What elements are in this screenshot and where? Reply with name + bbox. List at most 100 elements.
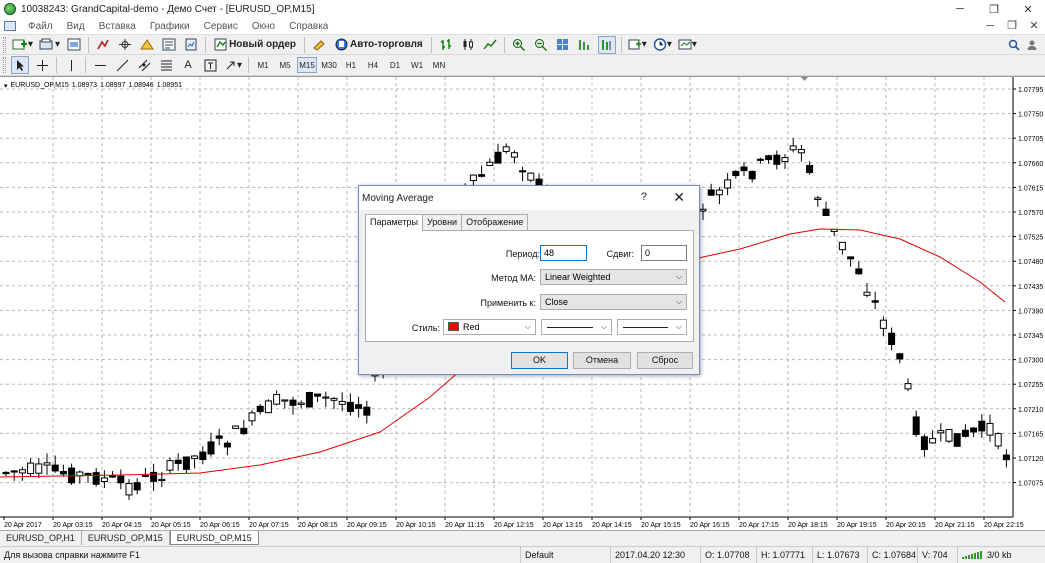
color-swatch [448, 322, 459, 331]
timeframe-w1[interactable]: W1 [407, 57, 427, 73]
text-icon[interactable]: A [179, 56, 197, 74]
candle-body [822, 208, 830, 216]
candle-body [838, 241, 846, 251]
line-width-select[interactable]: ⌵ [617, 319, 687, 335]
trendline-icon[interactable] [113, 56, 131, 74]
bar-chart-icon[interactable] [437, 36, 455, 54]
search-icon[interactable] [1005, 36, 1023, 54]
reset-button[interactable]: Сброс [637, 352, 693, 369]
menu-insert[interactable]: Вставка [93, 21, 144, 32]
candle-body [330, 397, 338, 401]
terminal-icon[interactable] [160, 36, 178, 54]
restore-icon[interactable]: ❐ [977, 0, 1011, 18]
candle-body [314, 393, 322, 397]
zoom-in-icon[interactable] [510, 36, 528, 54]
method-select[interactable]: Linear Weighted ⌵ [540, 269, 687, 285]
mdi-restore-icon[interactable]: ❐ [1001, 18, 1023, 35]
chart-tab[interactable]: EURUSD_OP,M15 [82, 531, 170, 545]
cancel-button[interactable]: Отмена [573, 352, 631, 369]
profiles-icon[interactable]: ▾ [38, 36, 61, 54]
candlestick-icon[interactable] [459, 36, 477, 54]
metaeditor-icon[interactable] [310, 36, 328, 54]
fibonacci-icon[interactable] [157, 56, 175, 74]
timeframe-m30[interactable]: M30 [319, 57, 339, 73]
auto-scroll-icon[interactable] [576, 36, 594, 54]
chart-tab-active[interactable]: EURUSD_OP,M15 [169, 531, 259, 545]
document-icon[interactable] [4, 21, 16, 31]
status-traffic-value: 3/0 kb [987, 550, 1012, 560]
menu-view[interactable]: Вид [61, 21, 93, 32]
periods-icon[interactable]: ▾ [652, 36, 673, 54]
data-window-icon[interactable] [116, 36, 134, 54]
line-style-select[interactable]: ⌵ [541, 319, 612, 335]
style-color-select[interactable]: Red ⌵ [443, 319, 536, 335]
market-watch-icon[interactable] [94, 36, 112, 54]
menu-window[interactable]: Окно [246, 21, 283, 32]
menu-file[interactable]: Файл [22, 21, 61, 32]
period-input[interactable]: 48 [540, 245, 587, 261]
timeframe-m5[interactable]: M5 [275, 57, 295, 73]
timeframe-d1[interactable]: D1 [385, 57, 405, 73]
price-label: 1.07615 [1018, 185, 1043, 192]
menu-help[interactable]: Справка [283, 21, 336, 32]
community-icon[interactable] [1023, 36, 1041, 54]
zoom-out-icon[interactable] [532, 36, 550, 54]
equidistant-channel-icon[interactable] [135, 56, 153, 74]
dialog-title: Moving Average [362, 192, 434, 204]
timeframe-m15[interactable]: M15 [297, 57, 318, 73]
timeframe-m1[interactable]: M1 [253, 57, 273, 73]
text-label-icon[interactable] [201, 56, 219, 74]
tile-windows-icon[interactable] [554, 36, 572, 54]
apply-select[interactable]: Close ⌵ [540, 294, 687, 310]
chart-shift-icon[interactable] [597, 35, 616, 54]
auto-trading-button[interactable]: Авто-торговля [332, 36, 426, 54]
close-icon[interactable]: ✕ [673, 189, 685, 206]
status-bar: Для вызова справки нажмите F1 Default 20… [0, 546, 1045, 563]
tab-visualization[interactable]: Отображение [461, 214, 529, 230]
toolbar-grip[interactable] [3, 36, 6, 53]
candle-body [748, 170, 756, 180]
cursor-icon[interactable] [11, 56, 29, 74]
chart-tab[interactable]: EURUSD_OP,H1 [0, 531, 82, 545]
menu-charts[interactable]: Графики [144, 21, 198, 32]
shift-input[interactable]: 0 [641, 245, 687, 261]
templates-icon[interactable]: ▾ [677, 36, 698, 54]
new-chart-icon[interactable]: ▾ [11, 36, 34, 54]
price-label: 1.07480 [1018, 259, 1043, 266]
mdi-minimize-icon[interactable]: ─ [979, 18, 1001, 35]
candle-body [929, 438, 937, 444]
tab-levels[interactable]: Уровни [421, 214, 463, 230]
vertical-line-icon[interactable] [62, 56, 80, 74]
strategy-tester-icon[interactable] [182, 36, 200, 54]
chart-symbol: EURUSD_OP,M15 [10, 82, 69, 89]
help-icon[interactable]: ? [641, 191, 647, 203]
timeframe-h1[interactable]: H1 [341, 57, 361, 73]
candle-body [896, 353, 904, 360]
arrows-icon[interactable]: ▾ [223, 56, 243, 74]
candle-body [863, 291, 871, 296]
menu-tools[interactable]: Сервис [198, 21, 246, 32]
toolbar-grip[interactable] [3, 57, 6, 73]
new-order-button[interactable]: Новый ордер [211, 36, 299, 54]
candle-body [732, 170, 740, 177]
candle-body [756, 158, 764, 161]
close-icon[interactable]: ✕ [1011, 0, 1045, 18]
crosshair-icon[interactable] [33, 56, 51, 74]
minimize-icon[interactable]: ─ [943, 0, 977, 18]
tab-parameters[interactable]: Параметры [365, 214, 423, 231]
chart-window-icon[interactable] [65, 36, 83, 54]
price-label: 1.07525 [1018, 235, 1043, 242]
ok-button[interactable]: OK [511, 352, 568, 369]
horizontal-line-icon[interactable] [91, 56, 109, 74]
line-chart-icon[interactable] [481, 36, 499, 54]
dialog-title-bar[interactable]: Moving Average ? ✕ [359, 186, 699, 210]
timeframe-h4[interactable]: H4 [363, 57, 383, 73]
ohlc-close: 1.08951 [156, 82, 182, 89]
candle-body [43, 462, 51, 466]
mdi-close-icon[interactable]: ✕ [1023, 18, 1045, 35]
candle-body [207, 441, 215, 455]
navigator-icon[interactable] [138, 36, 156, 54]
indicators-icon[interactable]: ▾ [627, 36, 648, 54]
candle-body [502, 146, 510, 152]
timeframe-mn[interactable]: MN [429, 57, 449, 73]
